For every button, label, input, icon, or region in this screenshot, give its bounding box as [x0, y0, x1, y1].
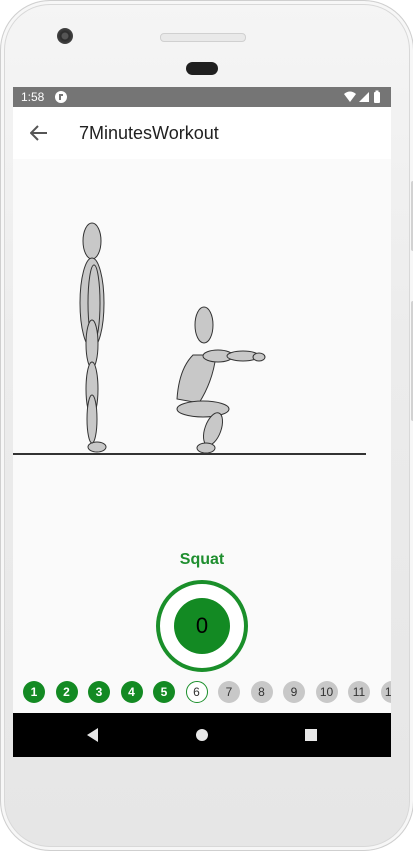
progress-step: 10	[315, 681, 338, 703]
status-bar: 1:58	[13, 87, 391, 107]
status-icons	[344, 90, 380, 103]
exercise-progress: 123456789101112	[23, 681, 391, 705]
recents-square-icon[interactable]	[301, 725, 321, 745]
page-title: 7MinutesWorkout	[79, 123, 219, 143]
exercise-name: Squat	[179, 551, 225, 568]
app-bar: 7MinutesWorkout	[13, 107, 391, 159]
progress-step: 5	[153, 681, 175, 703]
battery-icon	[374, 92, 380, 103]
home-circle-icon[interactable]	[192, 725, 212, 745]
progress-step: 12	[380, 681, 391, 703]
progress-step: 8	[250, 681, 273, 703]
progress-step: 7	[218, 681, 240, 703]
progress-step: 1	[23, 681, 45, 703]
back-triangle-icon[interactable]	[83, 725, 103, 745]
progress-step: 4	[120, 681, 143, 703]
earpiece	[160, 33, 246, 42]
progress-step: 3	[88, 681, 110, 703]
back-button[interactable]	[25, 119, 53, 147]
status-time: 1:58	[21, 90, 45, 104]
screen: 1:58 7MinutesWorkout Squat 0 1 2 3 4 5 6…	[13, 87, 391, 757]
progress-step: 6	[185, 681, 208, 703]
sensor	[186, 62, 218, 75]
wifi-icon	[344, 91, 356, 102]
signal-icon	[359, 92, 369, 102]
timer-ring: 0	[156, 580, 248, 672]
squat-illustration	[13, 222, 366, 455]
phone-frame: 1:58 7MinutesWorkout Squat 0 1 2 3 4 5 6…	[0, 0, 413, 851]
front-camera	[57, 28, 73, 44]
progress-step: 11	[348, 681, 370, 703]
app-notification-icon	[55, 91, 67, 103]
timer-value: 0	[174, 598, 230, 654]
arrow-back-icon	[30, 125, 47, 141]
progress-step: 9	[283, 681, 305, 703]
progress-step: 2	[55, 681, 78, 703]
navigation-bar	[13, 713, 391, 757]
